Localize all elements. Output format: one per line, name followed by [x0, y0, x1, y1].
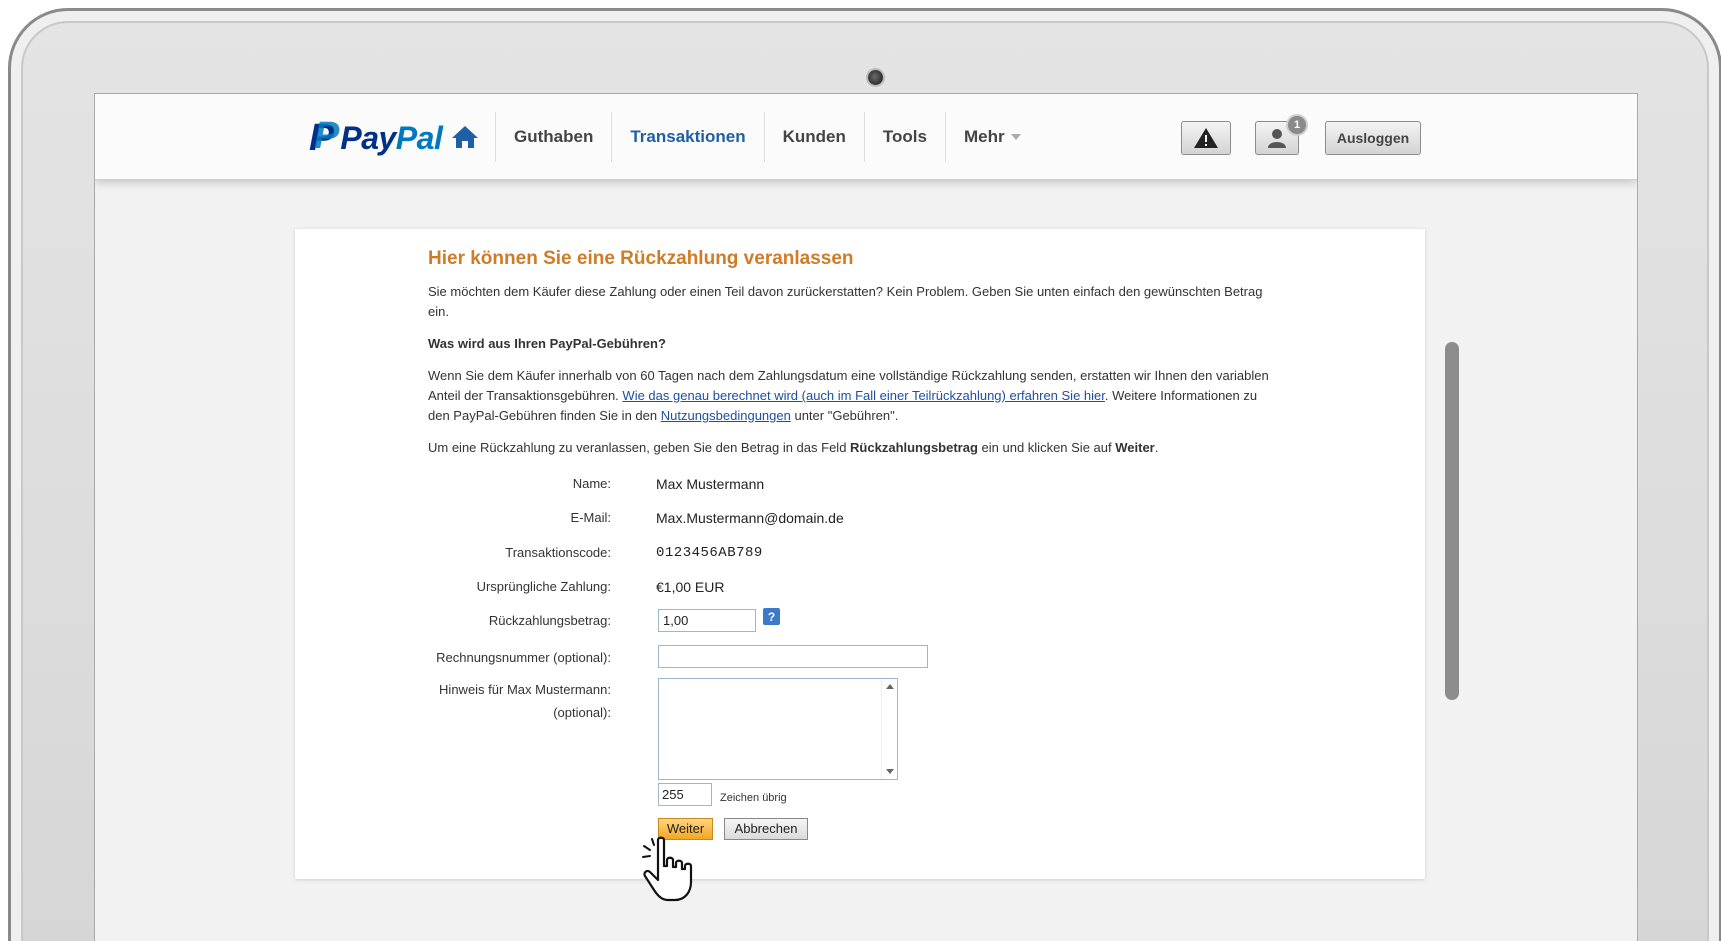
original-payment-value: €1,00 EUR: [656, 579, 725, 595]
textarea-scrollbar[interactable]: [881, 679, 897, 779]
top-navigation: PP Pay Pal Guthaben Transaktionen Kunden …: [95, 94, 1637, 180]
terms-link[interactable]: Nutzungsbedingungen: [661, 408, 791, 423]
refund-card: Hier können Sie eine Rückzahlung veranla…: [295, 229, 1425, 879]
logo-text-pay: Pay: [340, 119, 396, 156]
paypal-p-mark-icon: PP: [309, 114, 340, 159]
warning-icon: [1194, 128, 1218, 148]
home-icon[interactable]: [450, 124, 480, 150]
instr-text: Um eine Rückzahlung zu veranlassen, gebe…: [428, 440, 847, 455]
char-counter-row: Zeichen übrig: [428, 783, 1128, 806]
invoice-row: Rechnungsnummer (optional):: [428, 645, 1128, 670]
chars-remaining-field: [658, 783, 712, 806]
camera-icon: [868, 70, 883, 85]
nav-kunden[interactable]: Kunden: [763, 112, 864, 162]
transaction-label: Transaktionscode:: [505, 545, 611, 560]
fees-paragraph: Wenn Sie dem Käufer innerhalb von 60 Tag…: [428, 366, 1278, 426]
main-nav: Guthaben Transaktionen Kunden Tools Mehr: [495, 112, 1039, 162]
logout-button[interactable]: Ausloggen: [1325, 121, 1421, 155]
transaction-code: 0123456AB789: [656, 545, 763, 561]
cancel-button[interactable]: Abbrechen: [724, 818, 808, 840]
instruction-text: Um eine Rückzahlung zu veranlassen, gebe…: [428, 438, 1278, 458]
nav-label: Guthaben: [514, 127, 594, 146]
transaction-row: Transaktionscode: 0123456AB789: [428, 543, 1128, 565]
email-label: E-Mail:: [570, 510, 611, 525]
nav-transaktionen[interactable]: Transaktionen: [611, 112, 763, 162]
note-row: Hinweis für Max Mustermann: (optional):: [428, 678, 1128, 800]
browser-screen: PP Pay Pal Guthaben Transaktionen Kunden …: [94, 93, 1638, 941]
original-payment-label: Ursprüngliche Zahlung:: [476, 579, 611, 594]
nav-label: Mehr: [963, 127, 1005, 146]
name-value: Max Mustermann: [656, 476, 765, 492]
refund-amount-row: Rückzahlungsbetrag: ?: [428, 608, 1128, 633]
nav-label: Kunden: [782, 127, 846, 146]
refund-content: Hier können Sie eine Rückzahlung veranla…: [428, 247, 1278, 870]
name-row: Name: Max Mustermann: [428, 474, 1128, 496]
nav-mehr[interactable]: Mehr: [944, 112, 1039, 162]
fee-calculation-link[interactable]: Wie das genau berechnet wird (auch im Fa…: [622, 388, 1104, 403]
fees-heading: Was wird aus Ihren PayPal-Gebühren?: [428, 336, 666, 351]
profile-button[interactable]: 1: [1255, 114, 1308, 155]
email-value: Max.Mustermann@domain.de: [656, 510, 844, 526]
invoice-number-input[interactable]: [658, 645, 928, 668]
instr-bold-field: Rückzahlungsbetrag: [850, 440, 978, 455]
scroll-down-icon[interactable]: [886, 769, 894, 774]
page-title: Hier können Sie eine Rückzahlung veranla…: [428, 248, 854, 269]
note-label: Hinweis für Max Mustermann:: [439, 682, 611, 697]
refund-amount-input[interactable]: [658, 609, 756, 632]
invoice-label: Rechnungsnummer (optional):: [436, 650, 611, 665]
note-textarea[interactable]: [658, 678, 898, 780]
nav-guthaben[interactable]: Guthaben: [495, 112, 611, 162]
instr-text: .: [1154, 440, 1159, 455]
intro-text: Sie möchten dem Käufer diese Zahlung ode…: [428, 284, 1263, 319]
refund-form: Name: Max Mustermann E-Mail: Max.Musterm…: [428, 470, 1278, 870]
alerts-button[interactable]: [1181, 121, 1231, 155]
user-icon: [1268, 129, 1286, 148]
help-icon[interactable]: ?: [763, 608, 780, 625]
note-label-optional: (optional):: [553, 705, 611, 720]
nav-label: Tools: [882, 127, 927, 146]
notification-badge: 1: [1286, 114, 1308, 136]
chevron-down-icon: [1010, 134, 1021, 140]
actions-row: Weiter Abbrechen: [428, 818, 1128, 840]
paypal-logo[interactable]: PP Pay Pal: [309, 115, 443, 159]
hand-cursor-icon: [642, 836, 693, 902]
page-scrollbar[interactable]: [1445, 342, 1459, 700]
name-label: Name:: [572, 476, 611, 491]
email-row: E-Mail: Max.Mustermann@domain.de: [428, 508, 1128, 530]
fees-text: unter "Gebühren".: [794, 408, 899, 423]
nav-tools[interactable]: Tools: [863, 112, 945, 162]
chars-remaining-label: Zeichen übrig: [720, 792, 787, 804]
original-payment-row: Ursprüngliche Zahlung: €1,00 EUR: [428, 577, 1128, 599]
logo-text-pal: Pal: [395, 119, 443, 156]
instr-bold-button: Weiter: [1115, 440, 1155, 455]
scroll-up-icon[interactable]: [886, 684, 894, 689]
nav-label: Transaktionen: [630, 127, 746, 146]
instr-text: ein und klicken Sie auf: [981, 440, 1112, 455]
refund-amount-label: Rückzahlungsbetrag:: [488, 613, 611, 628]
